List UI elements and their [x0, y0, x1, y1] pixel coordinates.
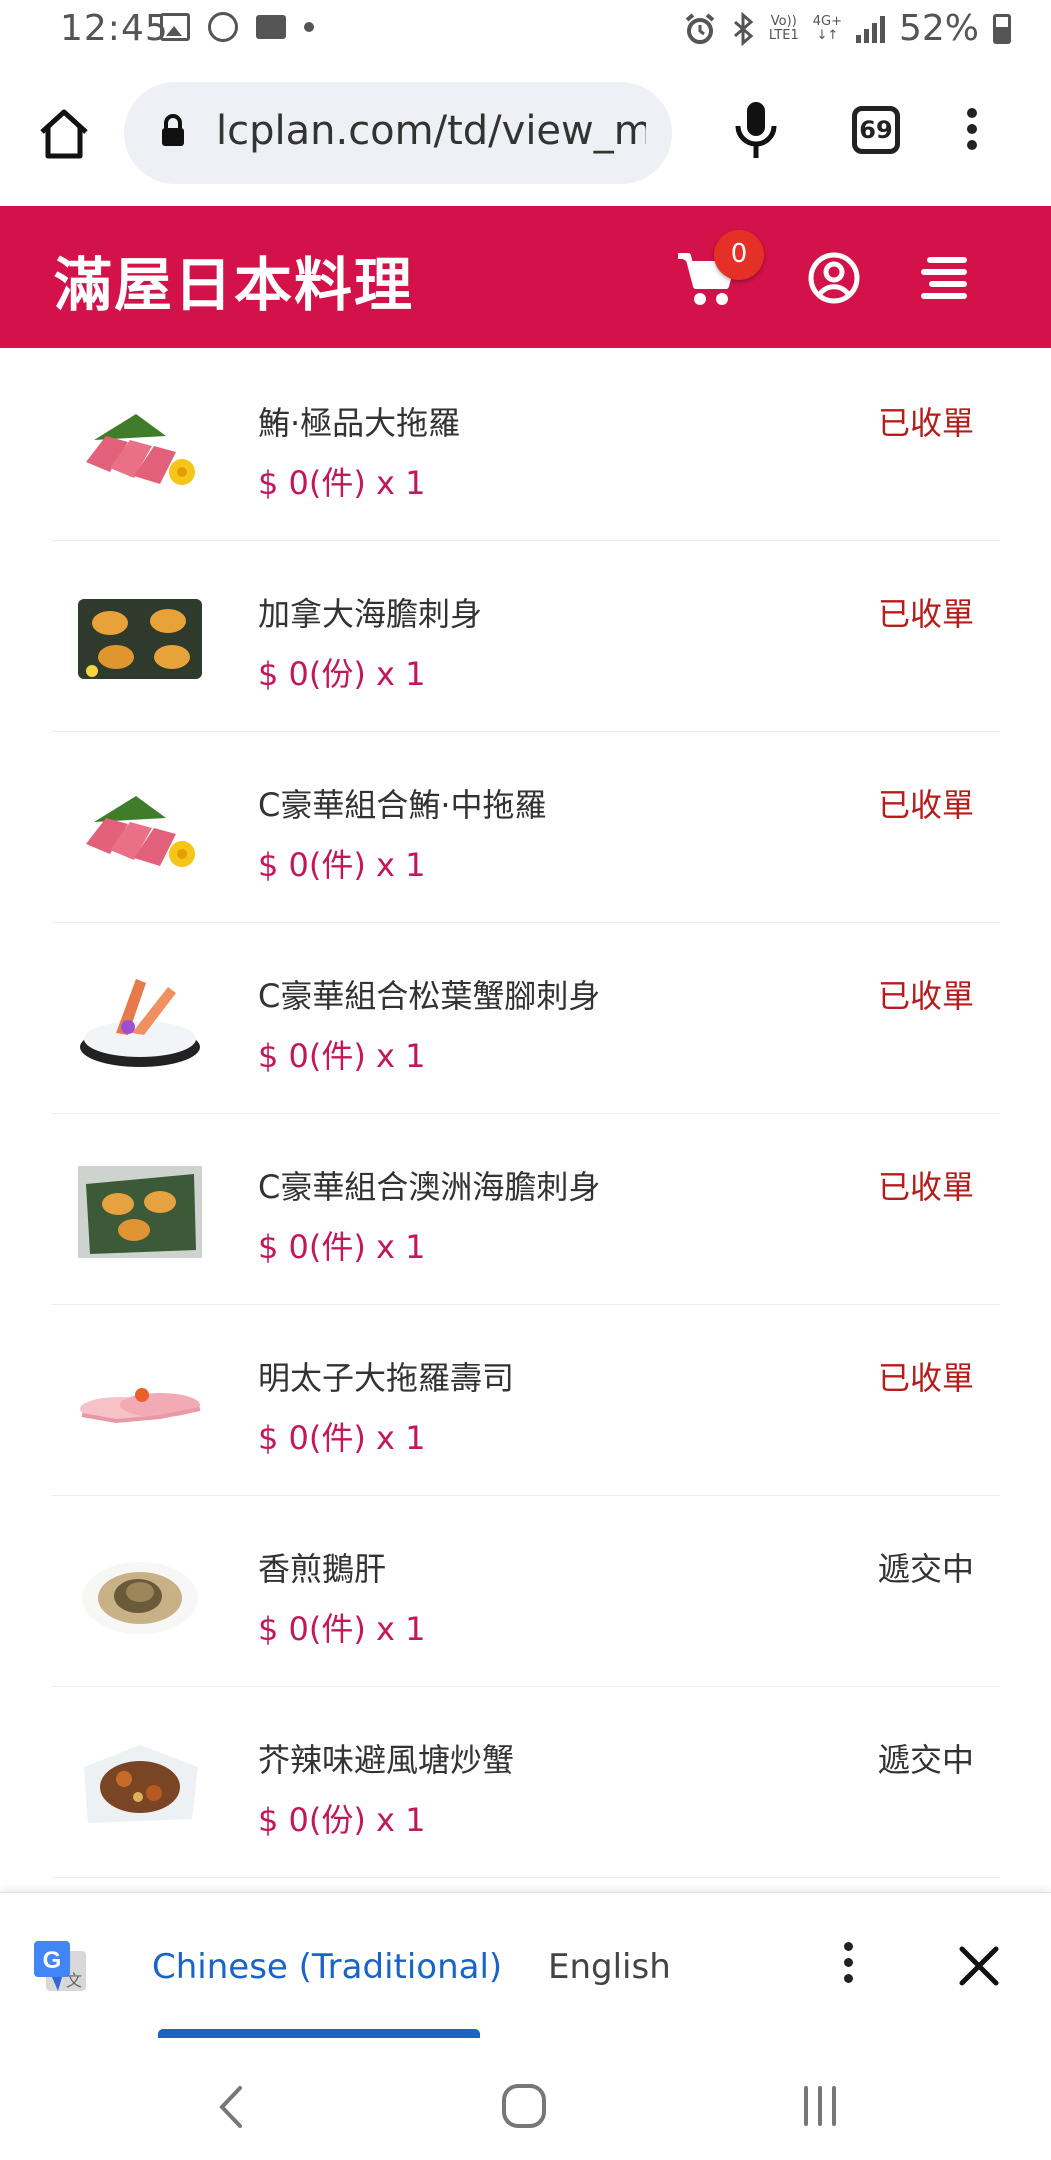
item-name[interactable]: C豪華組合鮪·中拖羅: [258, 780, 547, 826]
order-item[interactable]: C豪華組合鮪·中拖羅 $ 0(件) x 1 已收單: [52, 732, 1000, 923]
bluetooth-icon: [733, 11, 754, 46]
network-gen-indicator: 4G+ ↓↑: [812, 13, 842, 43]
food-thumbnail[interactable]: [76, 1355, 204, 1451]
food-thumbnail[interactable]: [76, 1164, 204, 1260]
item-price: $ 0(份) x 1: [258, 1801, 426, 1839]
google-translate-bar: G 文 Chinese (Traditional) English: [0, 1892, 1051, 2039]
item-price: $ 0(件) x 1: [258, 846, 426, 884]
battery-icon: [993, 13, 1011, 44]
lock-icon: [162, 114, 184, 146]
tab-switcher-button[interactable]: 69: [852, 106, 900, 154]
food-thumbnail[interactable]: [76, 591, 204, 687]
item-name[interactable]: 加拿大海膽刺身: [258, 589, 482, 635]
item-name[interactable]: 明太子大拖羅壽司: [258, 1353, 514, 1399]
item-status: 已收單: [877, 786, 974, 824]
source-language-tab[interactable]: Chinese (Traditional): [152, 1947, 502, 1987]
item-name[interactable]: C豪華組合澳洲海膽刺身: [258, 1162, 600, 1208]
order-list: 鮪·極品大拖羅 $ 0(件) x 1 已收單 加拿大海膽刺身 $ 0(份) x 1 已收單…: [52, 350, 1000, 1878]
target-language-tab[interactable]: English: [548, 1947, 671, 1987]
item-status: 已收單: [877, 1359, 974, 1397]
battery-percent: 52%: [898, 8, 979, 49]
item-status: 已收單: [877, 595, 974, 633]
order-item[interactable]: C豪華組合松葉蟹腳刺身 $ 0(件) x 1 已收單: [52, 923, 1000, 1114]
close-icon[interactable]: [956, 1943, 1002, 1989]
item-status: 已收單: [877, 977, 974, 1015]
item-price: $ 0(份) x 1: [258, 655, 426, 693]
item-name[interactable]: 芥辣味避風塘炒蟹: [258, 1735, 514, 1781]
gallery-notification-icon: [160, 13, 190, 41]
order-item[interactable]: 加拿大海膽刺身 $ 0(份) x 1 已收單: [52, 541, 1000, 732]
alarm-icon: [685, 12, 715, 44]
translate-options-icon[interactable]: [836, 1937, 860, 1997]
item-status: 遞交中: [877, 1550, 974, 1588]
item-status: 已收單: [877, 1168, 974, 1206]
svg-text:文: 文: [66, 1971, 82, 1990]
home-icon[interactable]: [36, 106, 92, 162]
recent-apps-icon[interactable]: [798, 2084, 842, 2128]
item-price: $ 0(件) x 1: [258, 1610, 426, 1648]
signal-strength-icon: [855, 15, 885, 43]
microphone-icon[interactable]: [728, 98, 784, 164]
volte-indicator: Vo)) LTE1: [768, 13, 799, 43]
order-item[interactable]: C豪華組合澳洲海膽刺身 $ 0(件) x 1 已收單: [52, 1114, 1000, 1305]
item-name[interactable]: 鮪·極品大拖羅: [258, 398, 460, 444]
address-bar[interactable]: lcplan.com/td/view_my_tr: [124, 82, 672, 184]
item-status: 已收單: [877, 404, 974, 442]
google-translate-icon[interactable]: G 文: [32, 1939, 90, 1997]
item-price: $ 0(件) x 1: [258, 1419, 426, 1457]
item-price: $ 0(件) x 1: [258, 1037, 426, 1075]
whatsapp-notification-icon: [208, 12, 238, 42]
item-name[interactable]: C豪華組合松葉蟹腳刺身: [258, 971, 600, 1017]
status-time: 12:45: [60, 8, 169, 49]
food-thumbnail[interactable]: [76, 782, 204, 878]
order-item[interactable]: 芥辣味避風塘炒蟹 $ 0(份) x 1 遞交中: [52, 1687, 1000, 1878]
mail-notification-icon: [256, 15, 286, 39]
item-price: $ 0(件) x 1: [258, 464, 426, 502]
food-thumbnail[interactable]: [76, 400, 204, 496]
url-text[interactable]: lcplan.com/td/view_my_tr: [216, 108, 646, 154]
hamburger-menu-icon[interactable]: [920, 254, 968, 304]
svg-text:G: G: [43, 1947, 62, 1974]
order-item[interactable]: 明太子大拖羅壽司 $ 0(件) x 1 已收單: [52, 1305, 1000, 1496]
food-thumbnail[interactable]: [76, 973, 204, 1069]
shop-name[interactable]: 滿屋日本料理: [54, 238, 414, 322]
order-item[interactable]: 香煎鵝肝 $ 0(件) x 1 遞交中: [52, 1496, 1000, 1687]
app-header: 滿屋日本料理 0: [0, 206, 1051, 348]
status-bar: 12:45 Vo)) LTE1 4G+ ↓↑ 52%: [0, 0, 1051, 62]
item-name[interactable]: 香煎鵝肝: [258, 1544, 386, 1590]
browser-menu-icon[interactable]: [960, 102, 984, 162]
item-price: $ 0(件) x 1: [258, 1228, 426, 1266]
item-status: 遞交中: [877, 1741, 974, 1779]
food-thumbnail[interactable]: [76, 1737, 204, 1833]
account-icon[interactable]: [808, 252, 860, 304]
food-thumbnail[interactable]: [76, 1546, 204, 1642]
browser-toolbar: lcplan.com/td/view_my_tr 69: [0, 62, 1051, 204]
system-navigation-bar: [0, 2038, 1051, 2160]
cart-count-badge: 0: [714, 230, 764, 280]
back-icon[interactable]: [210, 2082, 250, 2132]
order-item[interactable]: 鮪·極品大拖羅 $ 0(件) x 1 已收單: [52, 350, 1000, 541]
more-notifications-dot-icon: [304, 22, 314, 32]
home-nav-icon[interactable]: [500, 2082, 548, 2130]
